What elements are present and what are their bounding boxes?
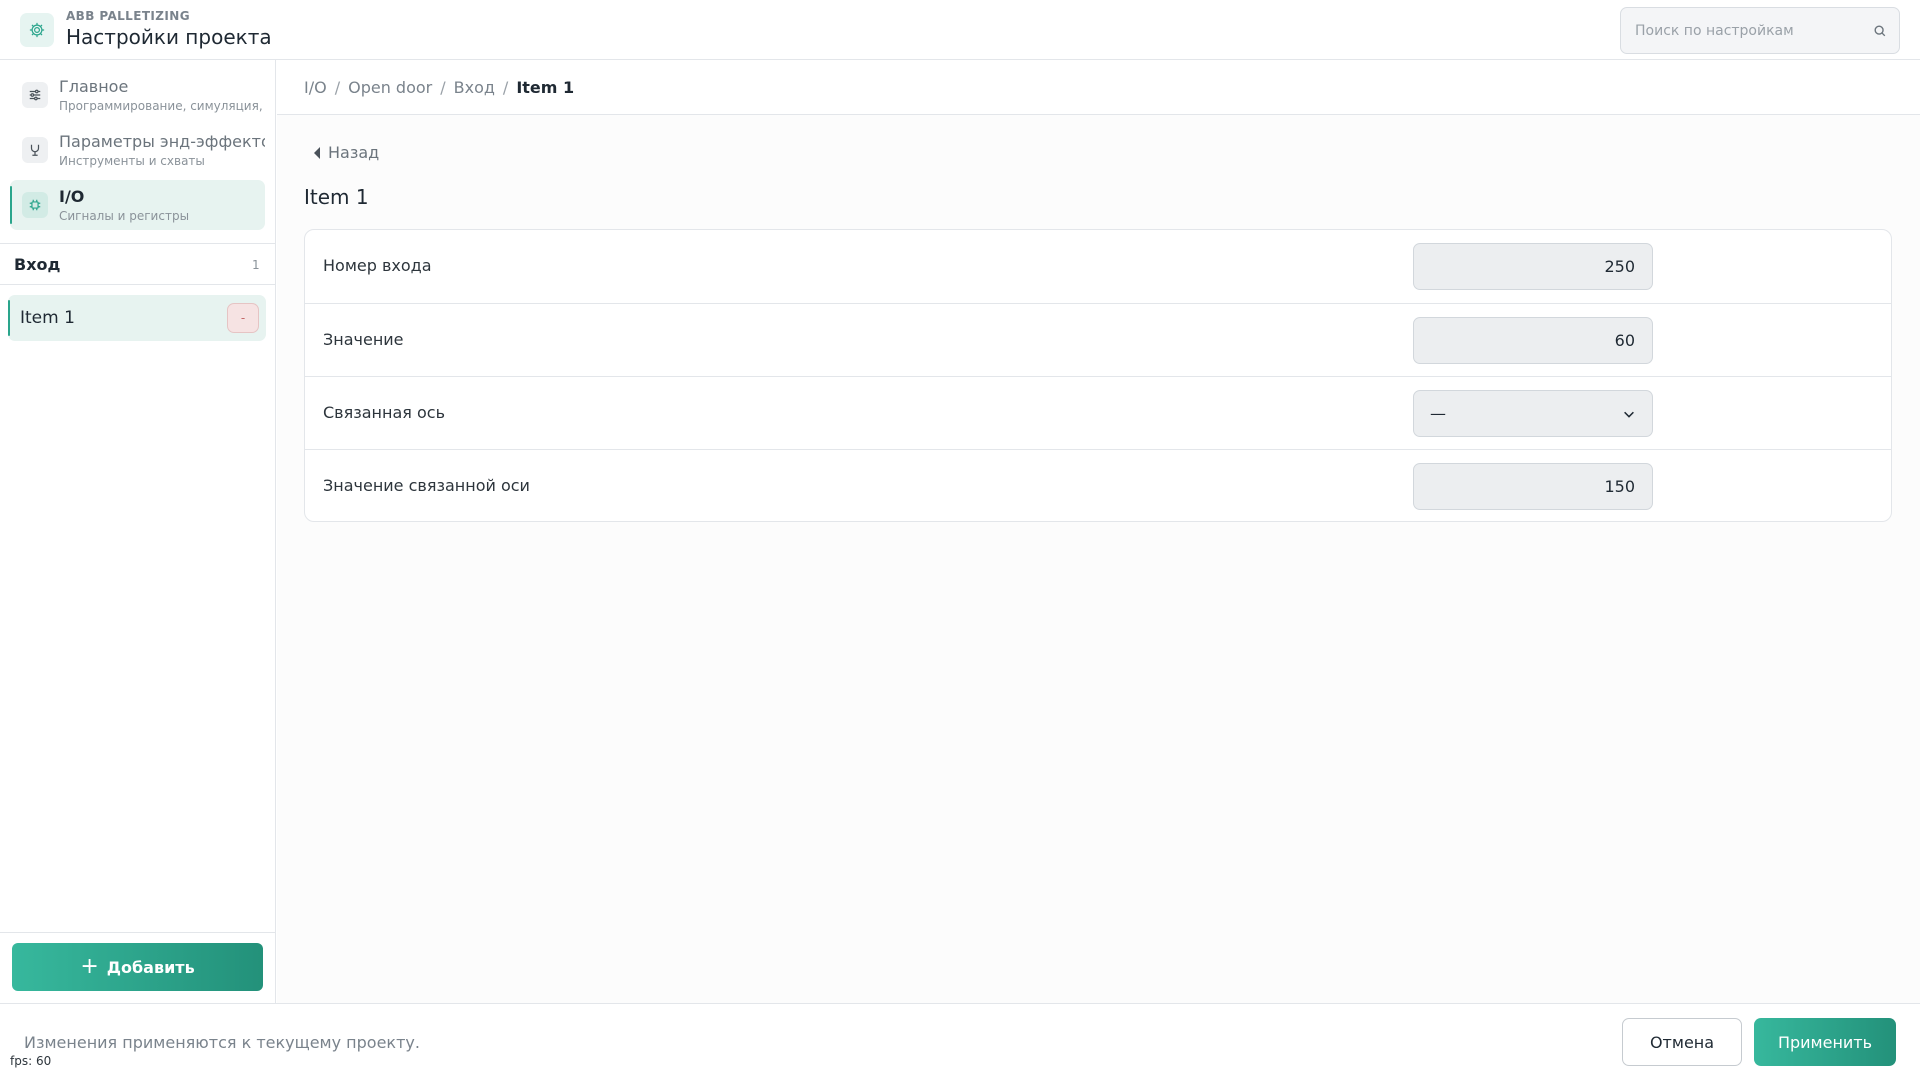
sidebar-item-title: Параметры энд-эффекторов — [59, 132, 265, 151]
breadcrumb-item[interactable]: Open door — [348, 78, 432, 97]
search-box[interactable] — [1620, 7, 1900, 54]
search-icon[interactable] — [1873, 24, 1887, 38]
value-input[interactable] — [1414, 318, 1652, 363]
add-button-label: Добавить — [106, 957, 195, 977]
setting-label: Значение связанной оси — [323, 476, 530, 495]
chip-icon — [22, 192, 48, 218]
divider — [0, 243, 276, 244]
sidebar: Главное Программирование, симуляция, , П… — [0, 60, 276, 1003]
sidebar-item-title: I/O — [59, 187, 85, 206]
footer-note: Изменения применяются к текущему проекту… — [24, 1033, 420, 1052]
linked-axis-value-field[interactable] — [1413, 463, 1653, 510]
linked-axis-select[interactable]: — — [1413, 390, 1653, 437]
setting-label: Номер входа — [323, 256, 432, 275]
sliders-icon — [22, 82, 48, 108]
sidebar-item-end-effectors[interactable]: Параметры энд-эффекторов Инструменты и с… — [10, 125, 265, 175]
sidebar-item-title: Главное — [59, 77, 129, 96]
breadcrumb-separator: / — [334, 77, 341, 97]
input-number-input[interactable] — [1414, 244, 1652, 289]
item-title: Item 1 — [304, 185, 369, 209]
value-field[interactable] — [1413, 317, 1653, 364]
setting-row-linked-axis: Связанная ось — — [305, 376, 1891, 449]
linked-axis-value-input[interactable] — [1414, 464, 1652, 509]
sidebar-item-io[interactable]: I/O Сигналы и регистры — [10, 180, 265, 230]
gripper-icon — [22, 137, 48, 163]
section-count-badge: 1 — [252, 258, 260, 272]
list-item-label: Item 1 — [20, 308, 75, 328]
chevron-down-icon — [1624, 411, 1634, 418]
remove-item-button[interactable]: - — [227, 303, 259, 333]
input-number-field[interactable] — [1413, 243, 1653, 290]
plus-icon: + — [80, 954, 99, 979]
breadcrumb: I/O / Open door / Вход / Item 1 — [277, 60, 1920, 115]
divider — [0, 284, 276, 285]
apply-button[interactable]: Применить — [1754, 1018, 1896, 1066]
divider — [0, 932, 276, 933]
caret-left-icon — [314, 146, 320, 159]
sidebar-item-subtitle: Сигналы и регистры — [59, 209, 190, 223]
fps-counter: fps: 60 — [10, 1054, 52, 1068]
breadcrumb-item[interactable]: I/O — [304, 78, 327, 97]
setting-label: Значение — [323, 330, 404, 349]
back-button[interactable]: Назад — [314, 143, 379, 162]
breadcrumb-current: Item 1 — [516, 77, 575, 97]
setting-row-value: Значение — [305, 303, 1891, 376]
main-content: I/O / Open door / Вход / Item 1 Назад It… — [277, 60, 1920, 1003]
sidebar-item-subtitle: Программирование, симуляция, , — [59, 99, 265, 113]
setting-label: Связанная ось — [323, 403, 445, 422]
app-subtitle: ABB PALLETIZING — [66, 9, 190, 23]
search-input[interactable] — [1635, 8, 1865, 53]
section-title: Вход — [14, 255, 61, 274]
list-item[interactable]: Item 1 - — [8, 295, 266, 341]
page-title: Настройки проекта — [66, 25, 272, 49]
add-button[interactable]: + Добавить — [12, 943, 263, 991]
breadcrumb-separator: / — [440, 77, 446, 97]
breadcrumb-item[interactable]: Вход — [454, 78, 495, 97]
app-header: ABB PALLETIZING Настройки проекта — [0, 0, 1920, 60]
sidebar-item-subtitle: Инструменты и схваты — [59, 154, 205, 168]
breadcrumb-separator: / — [502, 77, 509, 97]
sidebar-item-main[interactable]: Главное Программирование, симуляция, , — [10, 70, 265, 120]
linked-axis-selected-value: — — [1430, 404, 1446, 423]
gear-icon — [20, 13, 54, 47]
cancel-button[interactable]: Отмена — [1622, 1018, 1742, 1066]
setting-row-linked-axis-value: Значение связанной оси — [305, 449, 1891, 521]
settings-card: Номер входа Значение Связанная ось — Зна… — [304, 229, 1892, 522]
setting-row-input-number: Номер входа — [305, 230, 1891, 303]
back-label: Назад — [328, 143, 380, 162]
